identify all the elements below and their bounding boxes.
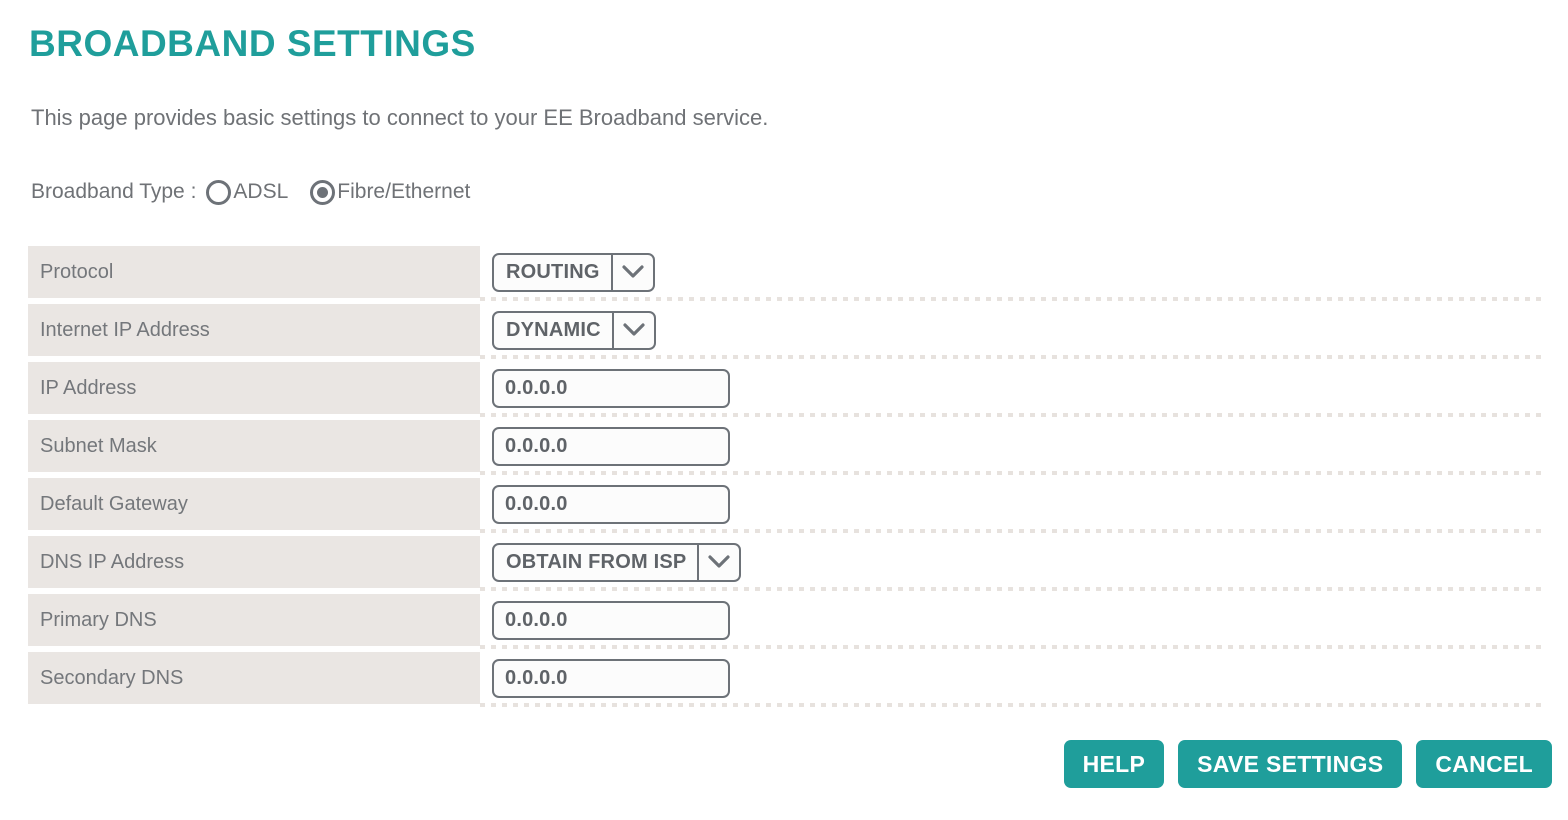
input-value: 0.0.0.0: [505, 434, 568, 457]
input-default-gateway[interactable]: 0.0.0.0: [492, 484, 730, 524]
input-value: 0.0.0.0: [505, 608, 568, 631]
setting-row-control: 0.0.0.0: [492, 652, 730, 704]
setting-row: Protocol ROUTING: [28, 246, 1544, 304]
setting-row-label-text: Primary DNS: [40, 608, 157, 631]
select-protocol[interactable]: ROUTING: [492, 252, 655, 292]
broadband-type-row: Broadband Type : ADSL Fibre/Ethernet: [31, 176, 492, 208]
input-primary-dns[interactable]: 0.0.0.0: [492, 600, 730, 640]
setting-row: Subnet Mask 0.0.0.0: [28, 420, 1544, 478]
setting-row-control: 0.0.0.0: [492, 362, 730, 414]
radio-option-label: Fibre/Ethernet: [337, 180, 471, 203]
broadband-type-option-adsl[interactable]: ADSL: [206, 179, 289, 205]
select-dns-ip-address[interactable]: OBTAIN FROM ISP: [492, 542, 742, 582]
input-value: 0.0.0.0: [505, 666, 568, 689]
setting-row: Default Gateway 0.0.0.0: [28, 478, 1544, 536]
setting-row-control: 0.0.0.0: [492, 478, 730, 530]
setting-row-control: 0.0.0.0: [492, 594, 730, 646]
setting-row-label-text: IP Address: [40, 376, 137, 399]
radio-icon[interactable]: [206, 179, 232, 205]
setting-row-control: OBTAIN FROM ISP: [492, 536, 742, 588]
help-button[interactable]: HELP: [1063, 740, 1165, 788]
setting-row-label: Secondary DNS: [28, 652, 480, 704]
setting-row: Secondary DNS 0.0.0.0: [28, 652, 1544, 710]
select-value: ROUTING: [506, 260, 600, 283]
setting-row-label-text: Default Gateway: [40, 492, 188, 515]
input-subnet-mask[interactable]: 0.0.0.0: [492, 426, 730, 466]
radio-dot-icon: [317, 186, 329, 198]
select-value: DYNAMIC: [506, 318, 601, 341]
radio-option-label: ADSL: [233, 180, 289, 203]
setting-row-label: Subnet Mask: [28, 420, 480, 472]
setting-row-label: DNS IP Address: [28, 536, 480, 588]
page-title: BROADBAND SETTINGS: [29, 23, 476, 64]
setting-row-control: DYNAMIC: [492, 304, 656, 356]
setting-row-label: Internet IP Address: [28, 304, 480, 356]
chevron-down-icon[interactable]: [610, 254, 653, 290]
setting-row-label: Default Gateway: [28, 478, 480, 530]
input-secondary-dns[interactable]: 0.0.0.0: [492, 658, 730, 698]
setting-row-label-text: DNS IP Address: [40, 550, 185, 573]
setting-row: IP Address 0.0.0.0: [28, 362, 1544, 420]
setting-row-label: IP Address: [28, 362, 480, 414]
input-ip-address[interactable]: 0.0.0.0: [492, 368, 730, 408]
setting-row: DNS IP Address OBTAIN FROM ISP: [28, 536, 1544, 594]
setting-row-label-text: Internet IP Address: [40, 318, 210, 341]
setting-row-label-text: Subnet Mask: [40, 434, 157, 457]
broadband-type-options: ADSL Fibre/Ethernet: [206, 179, 492, 205]
input-value: 0.0.0.0: [505, 376, 568, 399]
broadband-settings-page: BROADBAND SETTINGS This page provides ba…: [0, 0, 1568, 820]
setting-row-label-text: Protocol: [40, 260, 114, 283]
setting-row-control: ROUTING: [492, 246, 655, 298]
setting-row: Primary DNS 0.0.0.0: [28, 594, 1544, 652]
page-description: This page provides basic settings to con…: [31, 105, 769, 130]
setting-row-label: Protocol: [28, 246, 480, 298]
setting-row-label-text: Secondary DNS: [40, 666, 184, 689]
input-value: 0.0.0.0: [505, 492, 568, 515]
select-value: OBTAIN FROM ISP: [506, 550, 687, 573]
broadband-type-label: Broadband Type :: [31, 180, 197, 203]
radio-icon[interactable]: [310, 179, 336, 205]
settings-table: Protocol ROUTING Internet IP Address DYNAMI…: [28, 246, 1544, 710]
chevron-down-icon[interactable]: [611, 312, 654, 348]
save-settings-button[interactable]: SAVE SETTINGS: [1178, 740, 1403, 788]
broadband-type-option-fibre-ethernet[interactable]: Fibre/Ethernet: [310, 179, 471, 205]
button-bar: HELP SAVE SETTINGS CANCEL: [1063, 740, 1552, 788]
select-internet-ip-address[interactable]: DYNAMIC: [492, 310, 656, 350]
setting-row: Internet IP Address DYNAMIC: [28, 304, 1544, 362]
chevron-down-icon[interactable]: [697, 544, 739, 580]
cancel-button[interactable]: CANCEL: [1416, 740, 1552, 788]
setting-row-control: 0.0.0.0: [492, 420, 730, 472]
setting-row-label: Primary DNS: [28, 594, 480, 646]
